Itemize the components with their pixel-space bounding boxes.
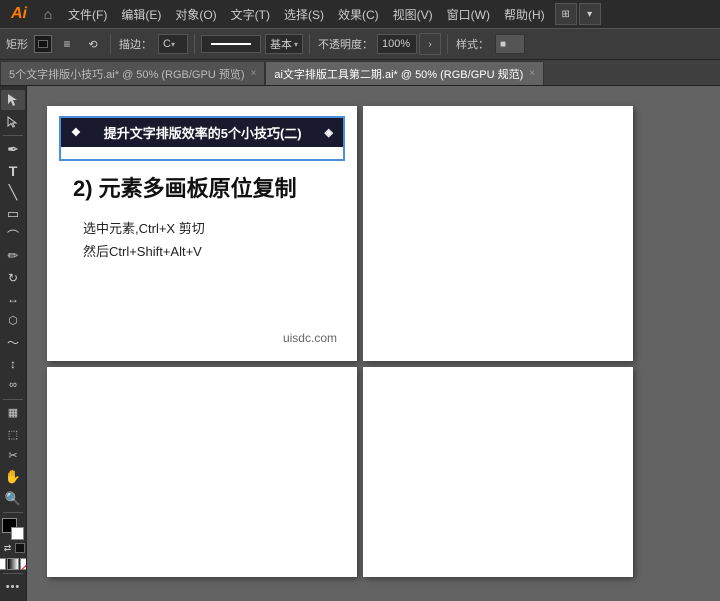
home-icon[interactable]: ⌂ [34,0,62,28]
color-mode-row: ⇄ [2,543,25,555]
transform-icon[interactable]: ⟲ [82,33,104,55]
arrange-icons: ⊞ ▾ [555,3,601,25]
artboard-2 [363,106,633,361]
stroke-label: 描边： [117,36,154,52]
swap-colors-icon[interactable]: ⇄ [2,543,14,555]
opacity-section: 不透明度： 100% › [316,33,441,55]
tool-blend[interactable]: ∞ [1,375,25,395]
menu-edit[interactable]: 编辑(E) [115,4,167,25]
app-icon: Ai [4,0,34,28]
left-toolbox: ✒ T ╲ ▭ ⌒ ✏ ↻ ↔ ⬡ 〜 ↕ ∞ ▦ ⬚ ✂ ✋ 🔍 ⇄ [0,86,27,601]
menu-file[interactable]: 文件(F) [62,4,113,25]
artboard-1: ❖ 提升文字排版效率的5个小技巧(二) ◈ 2) 元素多画板原位复制 选中元素,… [47,106,357,361]
tool-paintbrush[interactable]: ⌒ [1,225,25,245]
banner-text: 提升文字排版效率的5个小技巧(二) [85,123,321,142]
toolbar: 矩形 ≡ ⟲ 描边： C ▾ 基本 ▾ 不透明度： 100% › 样式： ■ [0,28,720,60]
tool-warp[interactable]: 〜 [1,332,25,352]
default-colors-icon[interactable] [15,543,25,553]
artboard-main-title: 2) 元素多画板原位复制 [73,171,345,203]
main-layout: ✒ T ╲ ▭ ⌒ ✏ ↻ ↔ ⬡ 〜 ↕ ∞ ▦ ⬚ ✂ ✋ 🔍 ⇄ [0,86,720,601]
tab-2[interactable]: ai文字排版工具第二期.ai* @ 50% (RGB/GPU 规范) × [265,61,544,85]
dropdown-icon[interactable]: ▾ [579,3,601,25]
tab-2-close[interactable]: × [529,68,535,79]
background-swatch[interactable] [11,527,24,540]
no-fill-icon[interactable] [20,558,27,570]
separator-4 [447,34,448,54]
rect-preview [34,35,52,53]
body-line-2: 然后Ctrl+Shift+Alt+V [83,240,345,263]
color-swatches: ⇄ [0,518,27,570]
tab-2-label: ai文字排版工具第二期.ai* @ 50% (RGB/GPU 规范) [274,66,523,82]
tool-divider-1 [3,135,23,136]
solid-fill-icon[interactable] [0,558,6,570]
artboard-grid: ❖ 提升文字排版效率的5个小技巧(二) ◈ 2) 元素多画板原位复制 选中元素,… [47,106,633,577]
title-banner-selection: ❖ 提升文字排版效率的5个小技巧(二) ◈ [59,116,345,161]
tool-scale[interactable]: ⬡ [1,311,25,331]
tool-width[interactable]: ↕ [1,354,25,374]
fill-mode-row [0,558,27,570]
separator-1 [110,34,111,54]
options-icon[interactable]: ≡ [56,33,78,55]
tool-rotate[interactable]: ↻ [1,268,25,288]
tool-hand[interactable]: ✋ [1,467,25,487]
artboard-watermark: uisdc.com [283,331,337,345]
tool-rect[interactable]: ▭ [1,203,25,223]
tool-artboard[interactable]: ⬚ [1,424,25,444]
title-banner: ❖ 提升文字排版效率的5个小技巧(二) ◈ [61,118,343,147]
menu-type[interactable]: 文字(T) [225,4,276,25]
basic-dropdown[interactable]: 基本 ▾ [265,34,303,54]
menu-select[interactable]: 选择(S) [278,4,330,25]
tab-1-close[interactable]: × [250,68,256,79]
stroke-control[interactable]: C ▾ [158,34,188,54]
tool-zoom[interactable]: 🔍 [1,488,25,508]
banner-icon-left: ❖ [71,126,81,139]
gradient-fill-icon[interactable] [7,558,19,570]
stroke-preview [201,35,261,53]
tool-direct-selection[interactable] [1,111,25,131]
tool-selection[interactable] [1,90,25,110]
grid-icon[interactable]: ⊞ [555,3,577,25]
tool-pencil[interactable]: ✏ [1,246,25,266]
tool-pen[interactable]: ✒ [1,139,25,159]
banner-icon-right: ◈ [325,126,333,139]
tool-divider-4 [3,573,23,574]
opacity-label: 不透明度： [316,36,375,52]
tool-mirror[interactable]: ↔ [1,289,25,309]
tool-type[interactable]: T [1,160,25,180]
style-label: 样式： [454,36,491,52]
separator-2 [194,34,195,54]
tool-slice[interactable]: ✂ [1,445,25,465]
tabs-bar: 5个文字排版小技巧.ai* @ 50% (RGB/GPU 预览) × ai文字排… [0,60,720,86]
menu-effect[interactable]: 效果(C) [332,4,385,25]
tool-divider-2 [3,399,23,400]
menu-help[interactable]: 帮助(H) [498,4,551,25]
menu-object[interactable]: 对象(O) [169,4,222,25]
menu-window[interactable]: 窗口(W) [441,4,496,25]
artboard-4 [363,367,633,577]
shape-label: 矩形 [4,36,30,52]
artboard-3 [47,367,357,577]
tab-1-label: 5个文字排版小技巧.ai* @ 50% (RGB/GPU 预览) [9,66,244,82]
body-line-1: 选中元素,Ctrl+X 剪切 [83,217,345,240]
artboard-1-content: ❖ 提升文字排版效率的5个小技巧(二) ◈ 2) 元素多画板原位复制 选中元素,… [47,106,357,274]
opacity-control[interactable]: 100% [377,34,417,54]
tab-1[interactable]: 5个文字排版小技巧.ai* @ 50% (RGB/GPU 预览) × [0,61,265,85]
menu-bar: Ai ⌂ 文件(F) 编辑(E) 对象(O) 文字(T) 选择(S) 效果(C)… [0,0,720,28]
tool-line[interactable]: ╲ [1,182,25,202]
opacity-up[interactable]: › [419,33,441,55]
tool-more[interactable]: ••• [1,577,25,597]
tool-divider-3 [3,512,23,513]
tool-column-graph[interactable]: ▦ [1,403,25,423]
menu-items: 文件(F) 编辑(E) 对象(O) 文字(T) 选择(S) 效果(C) 视图(V… [62,4,551,25]
menu-view[interactable]: 视图(V) [387,4,439,25]
artboard-body: 选中元素,Ctrl+X 剪切 然后Ctrl+Shift+Alt+V [83,217,345,264]
canvas-area[interactable]: ❖ 提升文字排版效率的5个小技巧(二) ◈ 2) 元素多画板原位复制 选中元素,… [27,86,720,601]
style-control[interactable]: ■ [495,34,525,54]
separator-3 [309,34,310,54]
